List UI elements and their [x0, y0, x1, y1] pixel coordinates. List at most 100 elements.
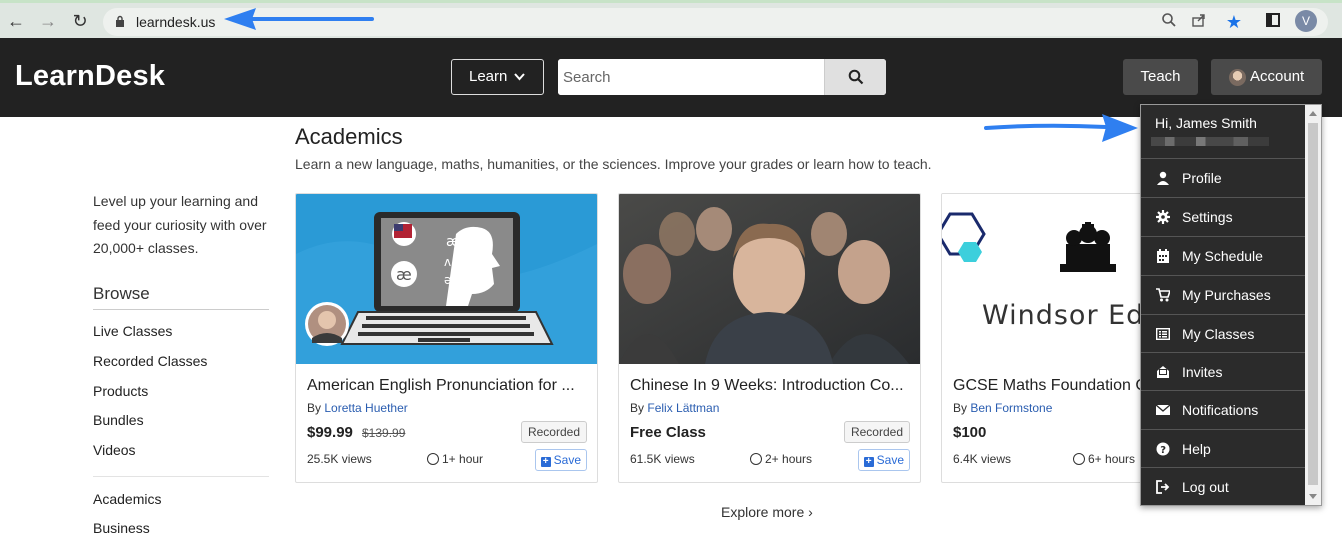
learn-dropdown-button[interactable]: Learn — [451, 59, 544, 95]
list-icon — [1155, 327, 1171, 341]
section-title: Academics — [295, 124, 403, 149]
menu-item-notifications[interactable]: Notifications — [1141, 391, 1305, 429]
sidebar-link-live-classes[interactable]: Live Classes — [93, 323, 172, 339]
annotation-arrow — [984, 114, 1138, 142]
sidebar-link-business[interactable]: Business — [93, 520, 150, 536]
menu-scrollbar[interactable] — [1305, 105, 1321, 505]
scrollbar-thumb[interactable] — [1308, 123, 1318, 485]
chevron-right-icon: › — [808, 504, 813, 520]
card-duration: 2+ hours — [750, 452, 812, 466]
instructor-link[interactable]: Loretta Huether — [324, 401, 407, 415]
user-icon — [1156, 171, 1170, 185]
redacted-email — [1151, 137, 1269, 146]
card-views: 6.4K views — [953, 452, 1012, 466]
class-thumbnail[interactable]: æ æ ʌ ə — [296, 194, 597, 364]
card-instructor: By Felix Lättman — [630, 401, 720, 415]
card-views: 61.5K views — [630, 452, 695, 466]
search-input[interactable] — [558, 59, 824, 95]
instructor-link[interactable]: Felix Lättman — [647, 401, 719, 415]
menu-item-log-out[interactable]: Log out — [1141, 468, 1305, 506]
profile-avatar[interactable]: V — [1295, 10, 1317, 32]
card-duration: 1+ hour — [427, 452, 483, 466]
menu-item-profile[interactable]: Profile — [1141, 159, 1305, 197]
plus-icon: + — [540, 457, 551, 467]
card-views: 25.5K views — [307, 452, 372, 466]
account-avatar — [1229, 69, 1246, 86]
menu-item-settings[interactable]: Settings — [1141, 198, 1305, 236]
chevron-down-icon — [514, 60, 525, 107]
save-button[interactable]: + Save — [534, 449, 587, 471]
sidebar-intro: Level up your learning and feed your cur… — [93, 193, 267, 256]
scroll-down-arrow-icon[interactable] — [1309, 494, 1317, 499]
bookmark-star-icon[interactable]: ★ — [1224, 12, 1244, 32]
url-text: learndesk.us — [136, 14, 216, 30]
save-button[interactable]: + Save — [857, 449, 910, 471]
logout-icon — [1156, 480, 1170, 494]
share-icon[interactable] — [1189, 12, 1209, 32]
svg-text:ə: ə — [444, 273, 451, 287]
divider — [93, 309, 269, 310]
envelope-icon — [1155, 403, 1171, 417]
menu-item-my-classes[interactable]: My Classes — [1141, 315, 1305, 353]
menu-item-invites[interactable]: Invites — [1141, 353, 1305, 391]
account-button[interactable]: Account — [1211, 59, 1322, 95]
zoom-icon[interactable] — [1159, 12, 1179, 32]
class-card[interactable]: Chinese In 9 Weeks: Introduction Co... B… — [618, 193, 921, 483]
question-icon: ? — [1156, 442, 1170, 456]
recorded-badge: Recorded — [520, 421, 587, 443]
sidebar-link-recorded-classes[interactable]: Recorded Classes — [93, 353, 207, 369]
svg-text:ʌ: ʌ — [444, 255, 451, 269]
sidebar-link-products[interactable]: Products — [93, 383, 148, 399]
card-price: $100 — [953, 424, 987, 441]
envelope-open-icon — [1156, 365, 1170, 379]
browse-heading: Browse — [93, 284, 150, 303]
brand-logo[interactable]: LearnDesk — [15, 60, 165, 93]
instructor-link[interactable]: Ben Formstone — [970, 401, 1052, 415]
calendar-icon — [1156, 249, 1170, 263]
card-instructor: By Ben Formstone — [953, 401, 1053, 415]
svg-text:æ: æ — [446, 234, 460, 250]
sidebar-link-academics[interactable]: Academics — [93, 491, 161, 507]
cart-icon — [1156, 288, 1172, 302]
card-price: $99.99 — [307, 424, 353, 441]
lock-icon — [116, 15, 124, 27]
svg-text:?: ? — [1160, 445, 1166, 456]
card-title[interactable]: American English Pronunciation for ... — [307, 377, 587, 395]
card-price: Free Class — [630, 424, 706, 441]
card-old-price: $139.99 — [362, 426, 406, 440]
divider — [93, 476, 269, 477]
browser-toolbar: ← → ↻ learndesk.us ★ V — [0, 0, 1342, 38]
forward-arrow-icon[interactable]: → — [38, 11, 58, 31]
annotation-arrow — [224, 8, 374, 30]
card-title[interactable]: Chinese In 9 Weeks: Introduction Co... — [630, 377, 910, 395]
reload-icon[interactable]: ↻ — [70, 11, 90, 31]
card-instructor: By Loretta Huether — [307, 401, 408, 415]
clock-icon — [1073, 453, 1085, 465]
menu-item-help[interactable]: ? Help — [1141, 430, 1305, 468]
sidebar-link-bundles[interactable]: Bundles — [93, 412, 144, 428]
clock-icon — [750, 453, 762, 465]
teach-button[interactable]: Teach — [1123, 59, 1198, 95]
menu-greeting: Hi, James Smith — [1155, 115, 1257, 131]
menu-item-my-purchases[interactable]: My Purchases — [1141, 276, 1305, 314]
back-arrow-icon[interactable]: ← — [6, 11, 26, 31]
search-button[interactable] — [824, 59, 886, 95]
svg-text:æ: æ — [396, 265, 412, 284]
menu-item-my-schedule[interactable]: My Schedule — [1141, 237, 1305, 275]
section-subtitle: Learn a new language, maths, humanities,… — [295, 156, 932, 172]
search-bar — [558, 59, 886, 95]
account-label: Account — [1250, 68, 1305, 85]
explore-more-link[interactable]: Explore more › — [721, 504, 813, 520]
clock-icon — [427, 453, 439, 465]
account-menu: Hi, James Smith Profile Settings My Sche… — [1140, 104, 1322, 506]
class-thumbnail[interactable] — [619, 194, 920, 364]
sidebar-link-videos[interactable]: Videos — [93, 442, 136, 458]
plus-icon: + — [863, 457, 874, 467]
recorded-badge: Recorded — [843, 421, 910, 443]
side-panel-icon[interactable] — [1266, 13, 1280, 27]
learn-label: Learn — [469, 68, 508, 85]
gear-icon — [1156, 210, 1170, 224]
class-card[interactable]: æ æ ʌ ə American English Pronunciation f… — [295, 193, 598, 483]
card-duration: 6+ hours — [1073, 452, 1135, 466]
scroll-up-arrow-icon[interactable] — [1309, 111, 1317, 116]
